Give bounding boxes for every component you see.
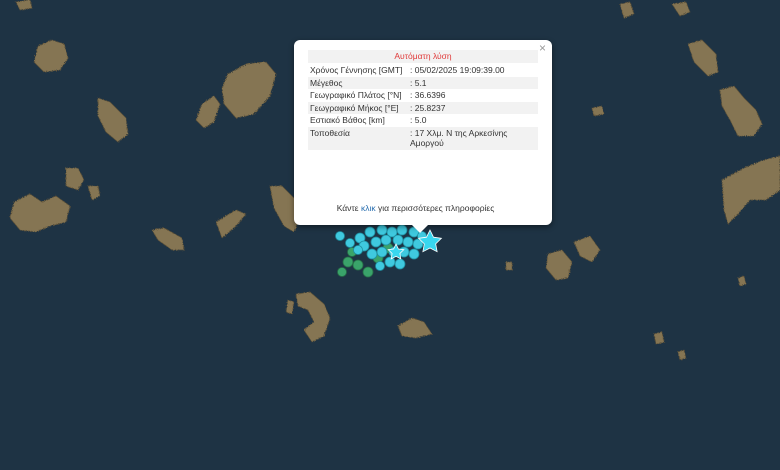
quake-dot	[364, 226, 376, 238]
map-view[interactable]: × Αυτόματη λύση Χρόνος Γέννησης [GMT] : …	[0, 0, 780, 470]
quake-dot	[337, 267, 347, 277]
detail-row-longitude: Γεωγραφικό Μήκος [°E] : 25.8237	[308, 101, 538, 114]
islet-1	[591, 105, 605, 117]
more-info-suffix: για περισσότερες πληροφορίες	[375, 203, 495, 213]
quake-dot	[345, 238, 355, 248]
quake-dot	[362, 266, 374, 278]
popup-title: Αυτόματη λύση	[308, 50, 538, 63]
earthquake-info-popup: × Αυτόματη λύση Χρόνος Γέννησης [GMT] : …	[294, 40, 552, 233]
location-label: Τοποθεσία	[308, 126, 408, 150]
popup-tip	[412, 225, 428, 233]
depth-label: Εστιακό Βάθος [km]	[310, 115, 385, 125]
quake-dot	[353, 245, 363, 255]
islet-5	[505, 261, 513, 271]
latitude-label: Γεωγραφικό Πλάτος [°N]	[310, 90, 402, 100]
quake-dot	[392, 234, 404, 246]
longitude-value: : 25.8237	[408, 101, 538, 114]
location-value: : 17 Χλμ. Ν της Αρκεσίνης Αμοργού	[408, 126, 538, 150]
detail-row-depth: Εστιακό Βάθος [km] : 5.0	[308, 114, 538, 127]
longitude-label: Γεωγραφικό Μήκος [°E]	[308, 101, 408, 114]
detail-row-magnitude: Μέγεθος : 5.1	[308, 76, 538, 89]
quake-dot	[375, 261, 385, 271]
quake-dot	[380, 234, 392, 246]
detail-row-location: Τοποθεσία : 17 Χλμ. Ν της Αρκεσίνης Αμορ…	[308, 126, 538, 150]
earthquake-details-table: Χρόνος Γέννησης [GMT] : 05/02/2025 19:09…	[308, 64, 538, 150]
magnitude-label: Μέγεθος	[308, 76, 408, 89]
quake-dot	[394, 258, 406, 270]
quake-dot	[396, 224, 408, 236]
close-icon[interactable]: ×	[539, 42, 546, 54]
quake-dot	[376, 224, 388, 236]
more-info-prefix: Κάντε	[336, 203, 361, 213]
magnitude-value: : 5.1	[408, 76, 538, 89]
origin-time-value: : 05/02/2025 19:09:39.00	[410, 65, 505, 75]
more-info-text: Κάντε κλικ για περισσότερες πληροφορίες	[294, 203, 537, 213]
origin-time-label: Χρόνος Γέννησης [GMT]	[310, 65, 403, 75]
detail-row-origin-time: Χρόνος Γέννησης [GMT] : 05/02/2025 19:09…	[308, 64, 538, 77]
quake-dot	[402, 236, 414, 248]
quake-dot	[352, 259, 364, 271]
quake-dot	[335, 231, 345, 241]
quake-dot	[408, 248, 420, 260]
depth-value: : 5.0	[410, 115, 427, 125]
islet-2	[653, 331, 665, 345]
detail-row-latitude: Γεωγραφικό Πλάτος [°N] : 36.6396	[308, 89, 538, 102]
quake-dot	[342, 256, 354, 268]
latitude-value: : 36.6396	[410, 90, 446, 100]
quake-dot	[384, 256, 396, 268]
more-info-link[interactable]: κλικ	[361, 203, 376, 213]
quake-dot	[376, 246, 388, 258]
quake-dot	[366, 248, 378, 260]
quake-dot	[370, 236, 382, 248]
